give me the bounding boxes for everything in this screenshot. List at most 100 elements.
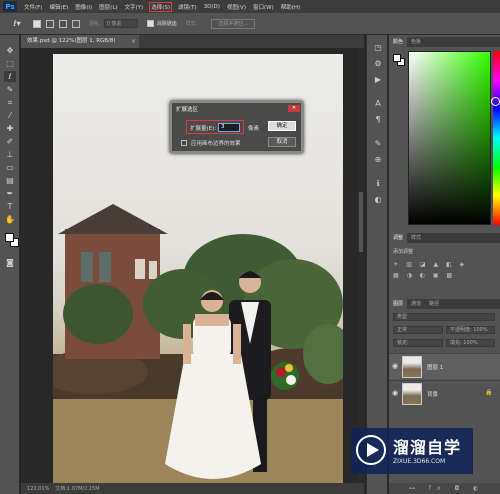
watermark: 溜溜自学 ZIXUE.3D66.COM	[351, 428, 473, 474]
visibility-eye-icon[interactable]: ◉	[392, 362, 398, 370]
lasso-tool-icon[interactable]: ℓ	[4, 71, 16, 82]
menu-edit[interactable]: 编辑(E)	[49, 3, 68, 11]
menu-type[interactable]: 文字(Y)	[125, 3, 144, 11]
dialog-title: 扩展选区	[176, 107, 199, 113]
menu-layer[interactable]: 图层(L)	[99, 3, 117, 11]
pixels-unit-label: 像素	[248, 126, 260, 132]
tab-channels[interactable]: 通道	[407, 299, 425, 309]
menu-image[interactable]: 图像(I)	[75, 3, 92, 11]
menu-3d[interactable]: 3D(D)	[204, 4, 220, 10]
cancel-button[interactable]: 取消	[268, 137, 296, 147]
tab-styles[interactable]: 样式	[407, 233, 425, 243]
antialias-checkbox[interactable]	[146, 20, 154, 27]
document-tab[interactable]: 效果.psd @ 122%(图层 1, RGB/8)	[21, 35, 139, 48]
lock-icon: 🔒	[485, 389, 493, 396]
expand-selection-dialog: 扩展选区 ✕ 扩展量(E): 3 像素 确定 取消 应用画布边界的效果	[170, 101, 303, 153]
clone-source-icon[interactable]: ⊕	[373, 155, 383, 165]
tab-swatches[interactable]: 色板	[407, 37, 425, 47]
menu-file[interactable]: 文件(F)	[24, 3, 42, 11]
visibility-eye-icon[interactable]: ◉	[392, 389, 398, 397]
tab-color[interactable]: 颜色	[389, 37, 408, 47]
eyedropper-tool-icon[interactable]: ⁄	[4, 110, 16, 121]
status-bar: 122.01% 文档:1.07M/2.15M	[21, 483, 364, 494]
right-panels: 颜色 色板 调整 样式 添加调整 ☀ ▥ ◪ ▲ ◧ ◈ ▦ ◑ ◐ ▣ ▩ 图层…	[389, 35, 500, 494]
color-panel-tabs: 颜色 色板	[389, 37, 500, 47]
healing-brush-tool-icon[interactable]: ✚	[4, 123, 16, 134]
antialias-label: 消除锯齿	[156, 21, 177, 27]
menu-bar: Ps 文件(F) 编辑(E) 图像(I) 图层(L) 文字(Y) 选择(S) 滤…	[0, 0, 500, 13]
tools-panel: ✥ ⬚ ℓ ✎ ⌗ ⁄ ✚ ✐ ⊥ ▭ ▤ ✒ T ✋ ◙	[0, 35, 20, 494]
layer-row[interactable]: ◉ 图层 1	[389, 353, 500, 379]
dialog-close-icon[interactable]: ✕	[288, 105, 300, 112]
close-tab-icon[interactable]: ×	[131, 35, 136, 48]
actions-icon[interactable]: ▶	[373, 75, 383, 85]
expand-by-input[interactable]: 3	[218, 123, 240, 132]
properties-icon[interactable]: ⚙	[373, 59, 383, 69]
vertical-scrollbar[interactable]	[358, 48, 364, 483]
type-tool-icon[interactable]: T	[4, 201, 16, 212]
tab-adjustments[interactable]: 调整	[389, 233, 408, 243]
feather-label: 羽化:	[89, 21, 101, 27]
quick-mask-icon[interactable]: ◙	[4, 257, 16, 268]
hue-slider-marker[interactable]	[491, 97, 500, 106]
panel-dock: ◳ ⚙ ▶ A ¶ ✎ ⊕ ℹ ◐	[366, 35, 388, 494]
zoom-level[interactable]: 122.01%	[27, 486, 49, 492]
photoshop-logo[interactable]: Ps	[3, 1, 17, 12]
add-adjustment-label: 添加调整	[393, 249, 414, 255]
menu-select[interactable]: 选择(S)	[149, 1, 172, 12]
apply-canvas-bounds-checkbox[interactable]	[181, 140, 187, 146]
opacity-field[interactable]: 不透明度: 100%	[446, 326, 495, 334]
paragraph-icon[interactable]: ¶	[373, 115, 383, 125]
brush-settings-icon[interactable]: ✎	[373, 139, 383, 149]
tab-paths[interactable]: 路径	[425, 299, 443, 309]
feather-field[interactable]: 0 像素	[103, 19, 138, 28]
gradient-tool-icon[interactable]: ▤	[4, 175, 16, 186]
quick-select-tool-icon[interactable]: ✎	[4, 84, 16, 95]
watermark-url: ZIXUE.3D66.COM	[393, 458, 446, 465]
lock-controls[interactable]: 锁定:	[393, 339, 443, 347]
history-icon[interactable]: ◳	[373, 43, 383, 53]
brush-tool-icon[interactable]: ✐	[4, 136, 16, 147]
marquee-tool-icon[interactable]: ⬚	[4, 58, 16, 69]
eraser-tool-icon[interactable]: ▭	[4, 162, 16, 173]
menu-filter[interactable]: 滤镜(T)	[178, 3, 197, 11]
ok-button[interactable]: 确定	[268, 121, 296, 131]
panel-foreground-swatch[interactable]	[393, 54, 401, 62]
layer-action-buttons[interactable]: ⊶ fx ◘ ◐ ▭ ▤ 🗑	[389, 483, 500, 494]
scrollbar-thumb[interactable]	[359, 192, 363, 252]
layer-name[interactable]: 背景	[427, 390, 438, 398]
tab-layers[interactable]: 图层	[389, 299, 408, 309]
pen-tool-icon[interactable]: ✒	[4, 188, 16, 199]
menu-window[interactable]: 窗口(W)	[253, 3, 274, 11]
apply-canvas-bounds-label: 应用画布边界的效果	[191, 141, 241, 147]
menu-help[interactable]: 帮助(H)	[281, 3, 300, 11]
new-selection-icon[interactable]	[33, 19, 41, 28]
style-label: 样式:	[185, 21, 198, 27]
navigator-icon[interactable]: ◐	[373, 195, 383, 205]
crop-tool-icon[interactable]: ⌗	[4, 97, 16, 108]
watermark-title: 溜溜自学	[393, 438, 462, 457]
menu-view[interactable]: 视图(V)	[227, 3, 246, 11]
fill-field[interactable]: 填充: 100%	[446, 339, 495, 347]
intersect-selection-icon[interactable]	[72, 19, 80, 28]
layer-name[interactable]: 图层 1	[427, 363, 443, 371]
hand-tool-icon[interactable]: ✋	[4, 214, 16, 225]
layer-kind-filter[interactable]: 类型	[393, 313, 495, 321]
move-tool-icon[interactable]: ✥	[4, 45, 16, 56]
layers-panel-tabs: 图层 通道 路径	[389, 299, 500, 309]
select-and-mask-button[interactable]: 选择并遮住...	[211, 18, 256, 29]
lasso-preset-icon[interactable]: ℓ▾	[6, 17, 28, 31]
options-bar: ℓ▾ 羽化: 0 像素 消除锯齿 样式: 选择并遮住...	[0, 13, 500, 35]
character-icon[interactable]: A	[373, 99, 383, 109]
add-selection-icon[interactable]	[46, 19, 54, 28]
blend-mode-select[interactable]: 正常	[393, 326, 443, 334]
color-field[interactable]	[408, 51, 491, 225]
hue-slider[interactable]	[493, 51, 500, 225]
layer-thumbnail	[402, 383, 422, 405]
subtract-selection-icon[interactable]	[59, 19, 67, 28]
clone-stamp-tool-icon[interactable]: ⊥	[4, 149, 16, 160]
info-icon[interactable]: ℹ	[373, 179, 383, 189]
foreground-color-swatch[interactable]	[5, 233, 14, 242]
adjustment-icons[interactable]: ☀ ▥ ◪ ▲ ◧ ◈ ▦ ◑ ◐ ▣ ▩	[393, 259, 493, 281]
layer-row[interactable]: ◉ 背景 🔒	[389, 380, 500, 406]
